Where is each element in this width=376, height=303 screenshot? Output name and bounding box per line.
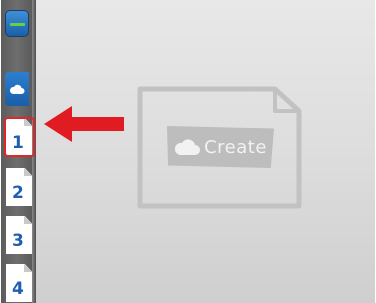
page-thumbnail-4[interactable]: 4: [6, 264, 32, 302]
page-thumbnail-3[interactable]: 3: [6, 216, 32, 254]
minus-bar-icon: [10, 23, 25, 26]
page-number: 4: [12, 279, 24, 299]
page-fold: [24, 216, 32, 224]
page-thumbnail-2[interactable]: 2: [6, 168, 32, 206]
cloud-icon: [175, 139, 201, 155]
page-number: 2: [12, 183, 24, 203]
create-button[interactable]: Create: [167, 126, 274, 168]
collapse-button[interactable]: [5, 10, 29, 37]
page-1-highlight: [4, 117, 35, 157]
page-fold: [24, 264, 32, 272]
arrow-left-icon: [44, 106, 124, 142]
cloud-icon: [9, 84, 25, 94]
page-fold: [24, 168, 32, 176]
cloud-tab-button[interactable]: [5, 72, 29, 106]
page-sidebar: 1 2 3 4: [1, 0, 36, 303]
page-number: 3: [12, 231, 24, 251]
create-label: Create: [204, 136, 267, 158]
